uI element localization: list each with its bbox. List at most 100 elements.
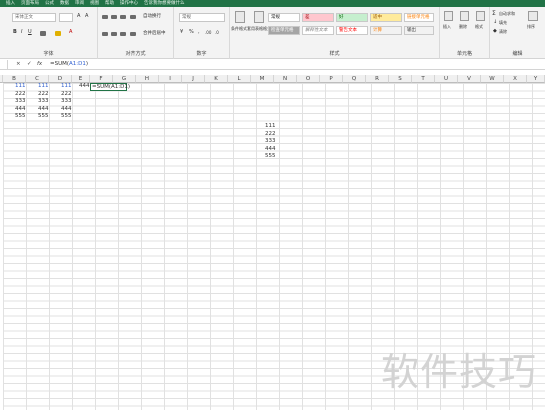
tab-data[interactable]: 数据 [60,0,69,7]
tab-help[interactable]: 帮助 [105,0,114,7]
align-top-icon[interactable] [102,15,108,19]
align-middle-icon[interactable] [111,15,117,19]
format-cells-button[interactable]: 格式 [475,23,483,30]
style-normal[interactable]: 常规 [268,13,300,22]
clear-icon[interactable]: ◆ [493,28,497,35]
col-header-T[interactable]: T [412,75,435,83]
increase-decimal-button[interactable]: .00 [205,29,211,36]
cell-B2[interactable]: 222 [15,91,26,98]
cell-M-value-2[interactable]: 222 [265,131,276,138]
decrease-decimal-button[interactable]: .0 [215,29,219,36]
col-header-E[interactable]: E [72,75,90,83]
col-header-B[interactable]: B [3,75,26,83]
format-cells-icon[interactable] [476,11,485,21]
cell-M-value-5[interactable]: 555 [265,153,276,160]
align-right-icon[interactable] [120,32,126,36]
col-header-O[interactable]: O [297,75,320,83]
delete-cells-button[interactable]: 删除 [459,23,467,30]
col-header-N[interactable]: N [274,75,297,83]
style-explanatory[interactable]: 解释性文本 [302,26,334,35]
col-header-H[interactable]: H [136,75,159,83]
delete-cells-icon[interactable] [460,11,469,21]
col-header-K[interactable]: K [205,75,228,83]
italic-button[interactable]: I [21,29,22,36]
tab-page-layout[interactable]: 页面布局 [21,0,39,7]
col-header-Q[interactable]: Q [343,75,366,83]
cell-C1[interactable]: 111 [38,83,49,90]
col-header-C[interactable]: C [26,75,49,83]
tab-insert[interactable]: 插入 [6,0,15,7]
insert-cells-button[interactable]: 插入 [443,23,451,30]
col-header-D[interactable]: D [49,75,72,83]
fill-button[interactable]: 填充 [499,19,507,26]
underline-button[interactable]: U [28,29,32,36]
style-good[interactable]: 好 [336,13,368,22]
cell-D5[interactable]: 555 [61,113,72,120]
style-calculation[interactable]: 计算 [370,26,402,35]
tab-formulas[interactable]: 公式 [45,0,54,7]
style-neutral[interactable]: 适中 [370,13,402,22]
align-bottom-icon[interactable] [120,15,126,19]
conditional-format-button[interactable]: 条件格式 [231,25,247,32]
col-header-R[interactable]: R [366,75,389,83]
cell-D3[interactable]: 333 [61,98,72,105]
col-header-L[interactable]: L [228,75,251,83]
comma-button[interactable]: , [198,29,200,36]
style-linked-cell[interactable]: 链接单元格 [404,13,434,22]
cell-D1[interactable]: 111 [61,83,72,90]
cell-D2[interactable]: 222 [61,91,72,98]
cell-B5[interactable]: 555 [15,113,26,120]
wrap-text-button[interactable]: 自动换行 [143,13,161,20]
style-check-cell[interactable]: 检查单元格 [268,26,300,35]
enter-icon[interactable]: ✓ [27,60,32,69]
cell-M-value-4[interactable]: 444 [265,146,276,153]
col-header-G[interactable]: G [113,75,136,83]
orientation-icon[interactable] [130,15,136,19]
format-as-table-icon[interactable] [254,11,264,23]
col-header-Y[interactable]: Y [527,75,545,83]
shrink-font-button[interactable]: A [85,13,88,20]
fill-icon[interactable]: ↓ [493,19,497,26]
tab-view[interactable]: 视图 [90,0,99,7]
cell-M-value-3[interactable]: 333 [265,138,276,145]
formula-input[interactable]: =SUM(A1:D1) [50,60,88,69]
number-format-select[interactable]: 常规 [179,13,225,22]
autosum-button[interactable]: 自动求和 [499,10,515,17]
autosum-icon[interactable]: Σ [492,10,496,17]
active-cell-F1[interactable]: =SUM(A1:D1) [90,83,130,91]
col-header-X[interactable]: X [504,75,527,83]
style-output[interactable]: 输出 [404,26,434,35]
indent-icon[interactable] [130,32,136,36]
grow-font-button[interactable]: A [77,13,80,20]
fill-color-icon[interactable] [55,31,61,36]
cell-B3[interactable]: 333 [15,98,26,105]
cell-B1[interactable]: 111 [15,83,26,90]
sort-filter-icon[interactable] [528,11,538,21]
col-header-S[interactable]: S [389,75,412,83]
cell-M-value-1[interactable]: 111 [265,123,276,130]
tell-me-search[interactable]: 告诉我你想要做什么 [144,0,185,7]
tab-review[interactable]: 审阅 [75,0,84,7]
col-header-P[interactable]: P [320,75,343,83]
col-header-I[interactable]: I [159,75,182,83]
align-left-icon[interactable] [102,32,108,36]
align-center-icon[interactable] [111,32,117,36]
col-header-J[interactable]: J [182,75,205,83]
cell-C5[interactable]: 555 [38,113,49,120]
insert-function-icon[interactable]: fx [37,60,42,69]
font-color-button[interactable]: A [69,29,72,36]
border-icon[interactable] [40,31,46,36]
cell-E1[interactable]: 444 [79,83,90,90]
col-header-U[interactable]: U [435,75,458,83]
sort-filter-button[interactable]: 排序 [527,23,535,30]
conditional-format-icon[interactable] [235,11,245,23]
col-header-F[interactable]: F [90,75,113,83]
cell-C3[interactable]: 333 [38,98,49,105]
cancel-icon[interactable]: × [16,60,21,69]
percent-button[interactable]: % [189,29,194,36]
font-name-select[interactable]: 宋体正文 [12,13,56,22]
col-header-V[interactable]: V [458,75,481,83]
name-box[interactable] [0,60,8,69]
cell-B4[interactable]: 444 [15,106,26,113]
col-header-M[interactable]: M [251,75,274,83]
